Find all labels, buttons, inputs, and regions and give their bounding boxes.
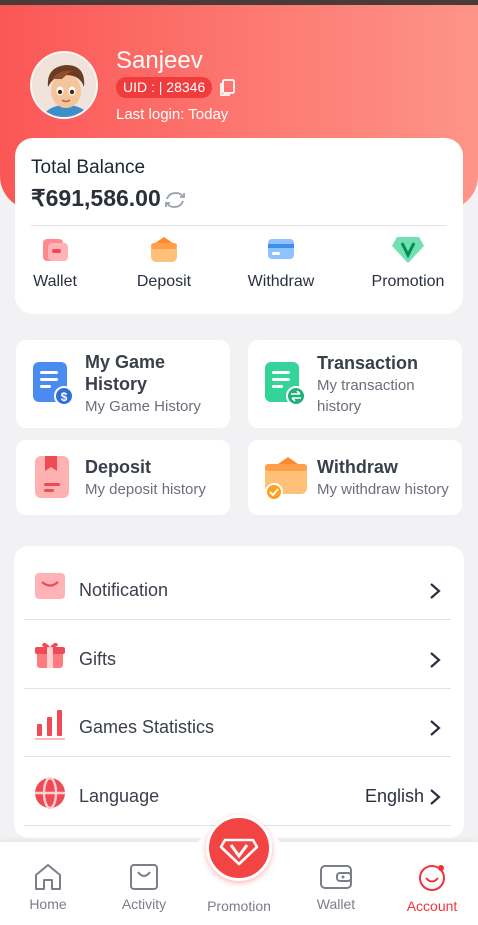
statistics-icon (35, 710, 65, 740)
menu-item-notification[interactable]: Notification (24, 552, 451, 620)
chevron-right-icon (430, 583, 441, 599)
settings-menu: Notification Gifts Games Statistics Lang… (14, 546, 464, 838)
balance-label: Total Balance (31, 157, 146, 178)
last-login-text: Last login: Today (116, 106, 229, 123)
nav-label: Promotion (207, 898, 271, 914)
withdraw-history-icon (265, 457, 307, 501)
uid-badge: UID : | 28346 (116, 77, 213, 98)
tile-subtitle: My withdraw history (317, 481, 449, 498)
tile-title: Withdraw (317, 457, 398, 477)
svg-text:$: $ (61, 390, 68, 404)
balance-card: Total Balance ₹691,586.00 Wallet Deposit (15, 138, 463, 314)
language-icon (35, 777, 65, 809)
wallet-icon (43, 239, 68, 261)
nav-home[interactable]: Home (0, 842, 96, 925)
tile-subtitle: My deposit history (85, 481, 206, 498)
tile-deposit-history[interactable]: Deposit My deposit history (16, 440, 230, 515)
quick-action-label: Promotion (371, 273, 445, 290)
chevron-right-icon (430, 720, 441, 736)
activity-icon (130, 864, 158, 890)
nav-label: Home (29, 896, 67, 912)
gift-icon (35, 642, 65, 668)
tile-transaction[interactable]: Transaction My transaction history (248, 340, 462, 428)
chevron-right-icon (430, 789, 441, 805)
quick-action-promotion[interactable]: Promotion (353, 234, 463, 304)
quick-action-label: Wallet (33, 273, 77, 290)
avatar[interactable] (30, 51, 98, 119)
tile-game-history[interactable]: $ My Game History My Game History (16, 340, 230, 428)
account-icon (419, 865, 445, 891)
copy-icon[interactable] (218, 78, 236, 98)
balance-amount: ₹691,586.00 (31, 185, 161, 211)
quick-action-label: Deposit (136, 273, 192, 290)
nav-activity[interactable]: Activity (96, 842, 192, 925)
quick-action-wallet[interactable]: Wallet (0, 234, 110, 304)
promotion-diamond-icon (219, 838, 259, 866)
menu-label: Notification (79, 580, 169, 600)
tile-title: Transaction (317, 353, 419, 373)
quick-action-deposit[interactable]: Deposit (109, 234, 219, 304)
uid-row: UID : | 28346 (116, 77, 236, 98)
menu-label: Games Statistics (79, 717, 215, 737)
menu-item-gifts[interactable]: Gifts (24, 621, 451, 689)
tile-title: Deposit (85, 457, 152, 477)
promotion-icon (392, 237, 424, 263)
divider (31, 225, 447, 226)
tile-withdraw-history[interactable]: Withdraw My withdraw history (248, 440, 462, 515)
game-history-icon: $ (33, 362, 74, 406)
menu-label: Gifts (79, 649, 117, 669)
nav-promotion-button[interactable] (206, 815, 272, 881)
tile-title: My Game History (85, 352, 166, 394)
nav-wallet[interactable]: Wallet (288, 842, 384, 925)
username: Sanjeev (116, 47, 203, 74)
menu-label: Language (79, 786, 160, 806)
nav-label: Wallet (316, 896, 356, 912)
deposit-history-icon (35, 456, 69, 498)
wallet-icon (320, 865, 352, 889)
refresh-icon[interactable] (163, 190, 187, 210)
quick-action-withdraw[interactable]: Withdraw (226, 234, 336, 304)
home-icon (35, 864, 61, 890)
language-value: English (364, 786, 424, 806)
chevron-right-icon (430, 652, 441, 668)
tile-subtitle: My Game History (85, 398, 201, 415)
deposit-icon (151, 237, 177, 262)
withdraw-icon (268, 239, 294, 259)
nav-account[interactable]: Account (384, 842, 478, 925)
menu-item-games-statistics[interactable]: Games Statistics (24, 689, 451, 757)
tile-subtitle: My transaction history (317, 377, 415, 415)
quick-actions: Wallet Deposit Withdraw Promotion (15, 234, 463, 304)
nav-label: Activity (121, 896, 167, 912)
transaction-icon (265, 362, 306, 406)
nav-label: Account (406, 898, 458, 914)
quick-action-label: Withdraw (247, 273, 315, 290)
notification-icon (35, 573, 65, 599)
